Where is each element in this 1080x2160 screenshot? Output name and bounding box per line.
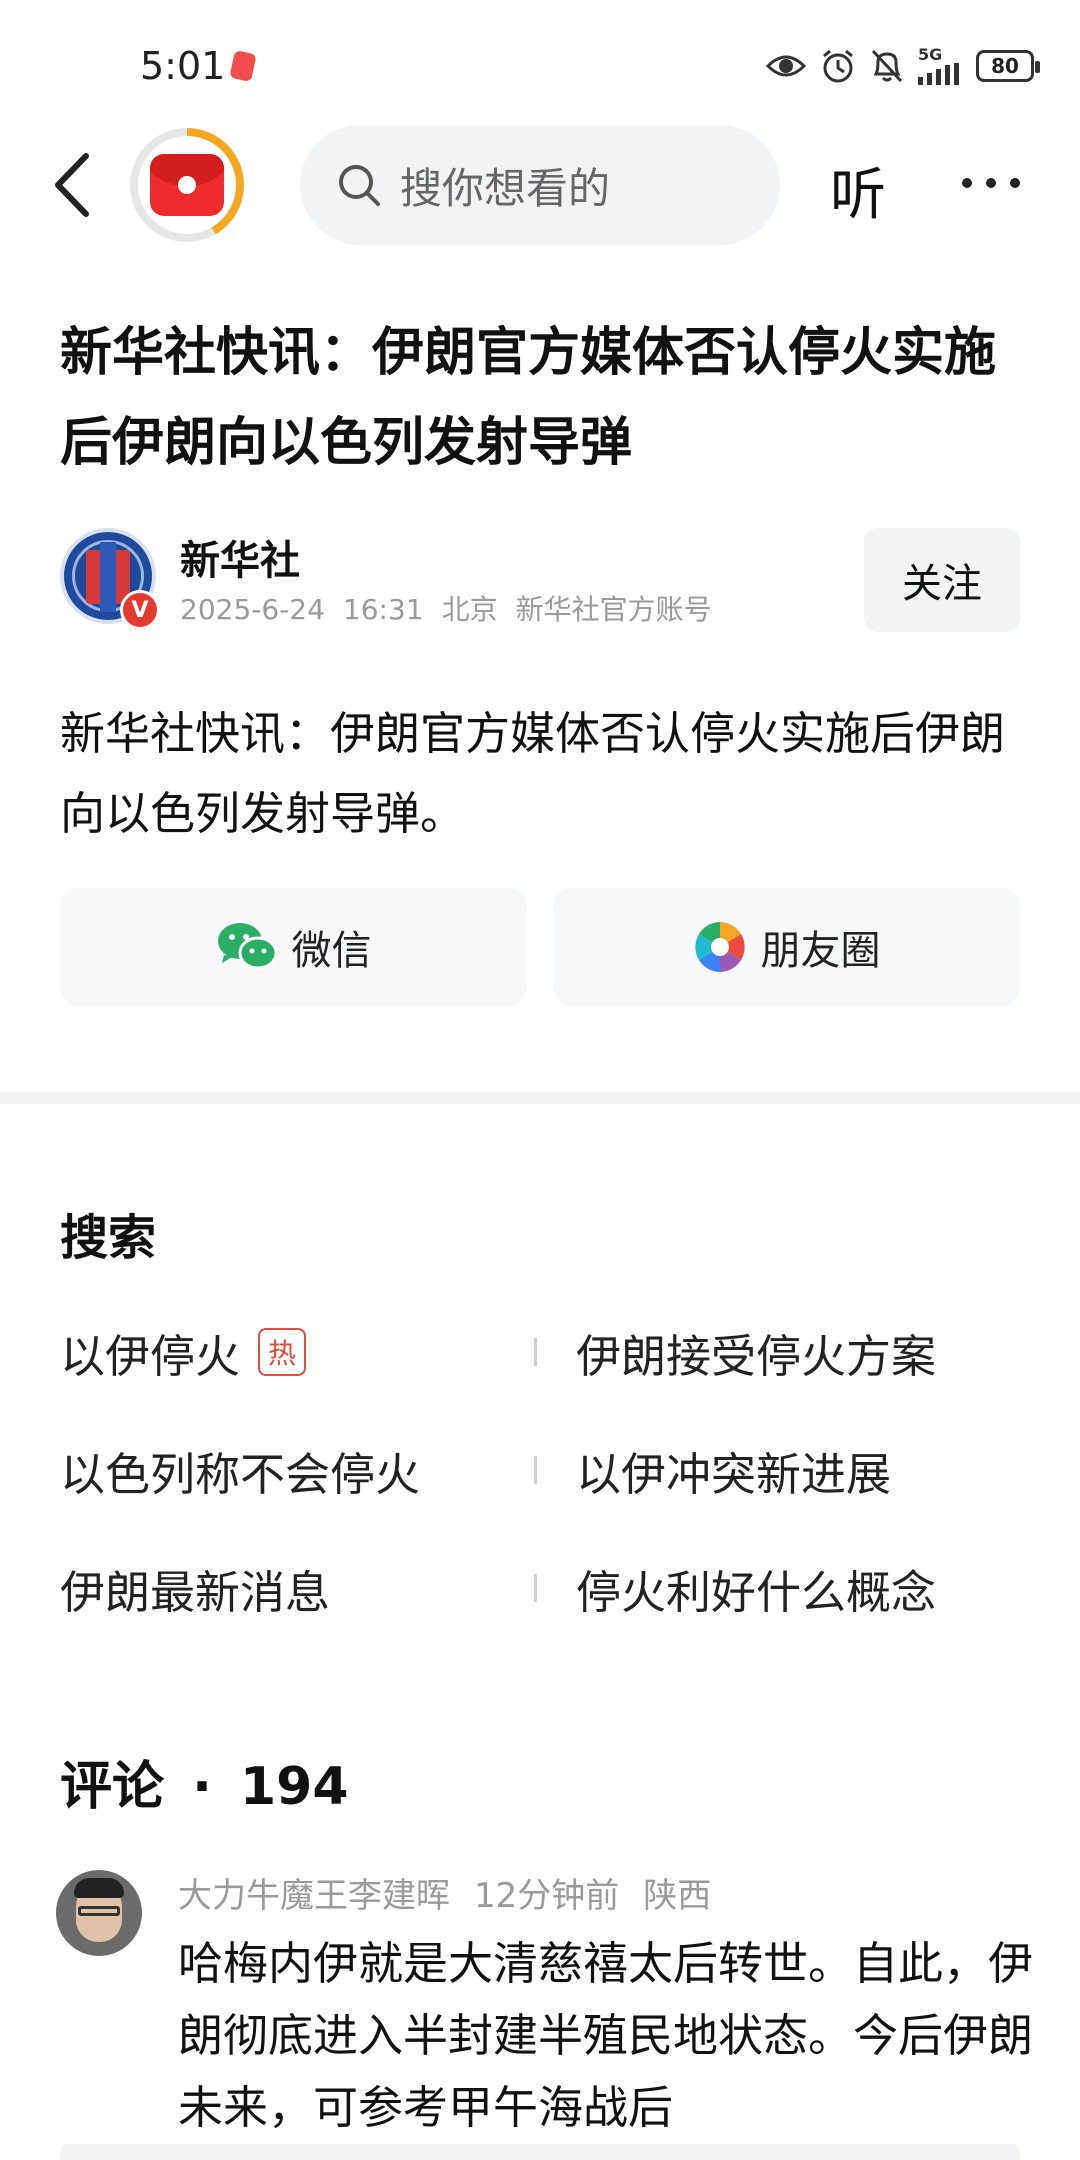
search-suggestion[interactable]: 以伊停火 热 (60, 1312, 307, 1392)
more-icon[interactable] (962, 178, 1020, 188)
author-name[interactable]: 新华社 (180, 528, 300, 586)
publish-time: 16:31 (342, 593, 424, 626)
red-envelope-icon (150, 154, 224, 216)
search-suggestion[interactable]: 以伊冲突新进展 (576, 1430, 891, 1510)
comment-time: 12分钟前 (474, 1876, 620, 1916)
article-title: 新华社快讯：伊朗官方媒体否认停火实施后伊朗向以色列发射导弹 (60, 323, 997, 473)
commenter-name[interactable]: 大力牛魔王李建晖 (178, 1876, 450, 1916)
eye-icon (766, 55, 806, 77)
wechat-icon (217, 923, 277, 970)
network-type: 5G (918, 45, 943, 64)
author-row: V 新华社 2025-6-24 16:31 北京 新华社官方账号 关注 (60, 518, 1020, 638)
comments-label: 评论 (60, 1757, 165, 1817)
search-row: 以伊停火 热 伊朗接受停火方案 (60, 1312, 1020, 1430)
account-type: 新华社官方账号 (515, 593, 712, 626)
search-input[interactable]: 搜你想看的 (300, 125, 780, 245)
comments-separator: · (192, 1757, 212, 1817)
share-wechat-label: 微信 (291, 928, 372, 974)
publish-date: 2025-6-24 (180, 593, 325, 626)
search-suggestion-label: 以伊停火 (60, 1329, 241, 1383)
search-section-title: 搜索 (60, 1210, 157, 1266)
back-arrow-icon[interactable] (44, 148, 104, 222)
commenter-avatar[interactable] (56, 1870, 142, 1956)
recording-indicator-icon (229, 50, 257, 82)
article-page: 5:01 5G 80 搜你想看的 听 新华社快讯：伊朗官方媒体否认停火实施后伊朗… (0, 0, 1080, 2160)
author-meta: 2025-6-24 16:31 北京 新华社官方账号 (180, 588, 730, 628)
search-suggestions: 以伊停火 热 伊朗接受停火方案 以色列称不会停火 以伊冲突新进展 伊朗最新消息 … (60, 1312, 1020, 1666)
share-row: 微信 朋友圈 (60, 888, 1020, 1006)
status-icons: 5G 80 (766, 44, 1040, 88)
top-nav: 搜你想看的 听 (0, 120, 1080, 250)
battery-level: 80 (991, 54, 1019, 78)
comment-location: 陕西 (643, 1876, 712, 1916)
bottom-bar-edge (60, 2144, 1020, 2160)
moments-icon (694, 922, 745, 972)
publish-location: 北京 (441, 593, 498, 626)
search-suggestion[interactable]: 伊朗最新消息 (60, 1548, 330, 1628)
hot-tag-badge: 热 (258, 1328, 307, 1376)
status-time: 5:01 (140, 44, 226, 88)
battery-icon: 80 (976, 50, 1040, 82)
search-suggestion[interactable]: 伊朗接受停火方案 (576, 1312, 936, 1392)
alarm-icon (823, 49, 853, 83)
status-bar: 5:01 5G 80 (0, 0, 1080, 120)
signal-icon (918, 63, 959, 85)
red-envelope-button[interactable] (130, 128, 244, 242)
listen-button[interactable]: 听 (830, 150, 886, 231)
mute-icon (871, 49, 903, 83)
share-moments-button[interactable]: 朋友圈 (553, 888, 1020, 1006)
network-indicator: 5G (918, 47, 962, 85)
search-row: 伊朗最新消息 停火利好什么概念 (60, 1548, 1020, 1666)
comments-title: 评论 · 194 (60, 1744, 349, 1819)
verified-badge-icon: V (120, 590, 160, 630)
search-suggestion[interactable]: 以色列称不会停火 (60, 1430, 420, 1510)
column-separator (534, 1574, 537, 1602)
comments-count: 194 (240, 1757, 349, 1817)
search-row: 以色列称不会停火 以伊冲突新进展 (60, 1430, 1020, 1548)
comment-meta: 大力牛魔王李建晖 12分钟前 陕西 (178, 1868, 735, 1917)
search-icon (339, 165, 380, 206)
search-placeholder: 搜你想看的 (400, 163, 611, 213)
comment-text: 哈梅内伊就是大清慈禧太后转世。自此，伊朗彻底进入半封建半殖民地状态。今后伊朗未来… (178, 1937, 1034, 2134)
share-wechat-button[interactable]: 微信 (60, 888, 527, 1006)
article-body: 新华社快讯：伊朗官方媒体否认停火实施后伊朗向以色列发射导弹。 (60, 707, 1006, 840)
section-divider (0, 1092, 1080, 1104)
share-moments-label: 朋友圈 (760, 928, 881, 974)
column-separator (534, 1338, 537, 1366)
search-suggestion[interactable]: 停火利好什么概念 (576, 1548, 936, 1628)
follow-button[interactable]: 关注 (864, 528, 1020, 632)
column-separator (534, 1456, 537, 1484)
